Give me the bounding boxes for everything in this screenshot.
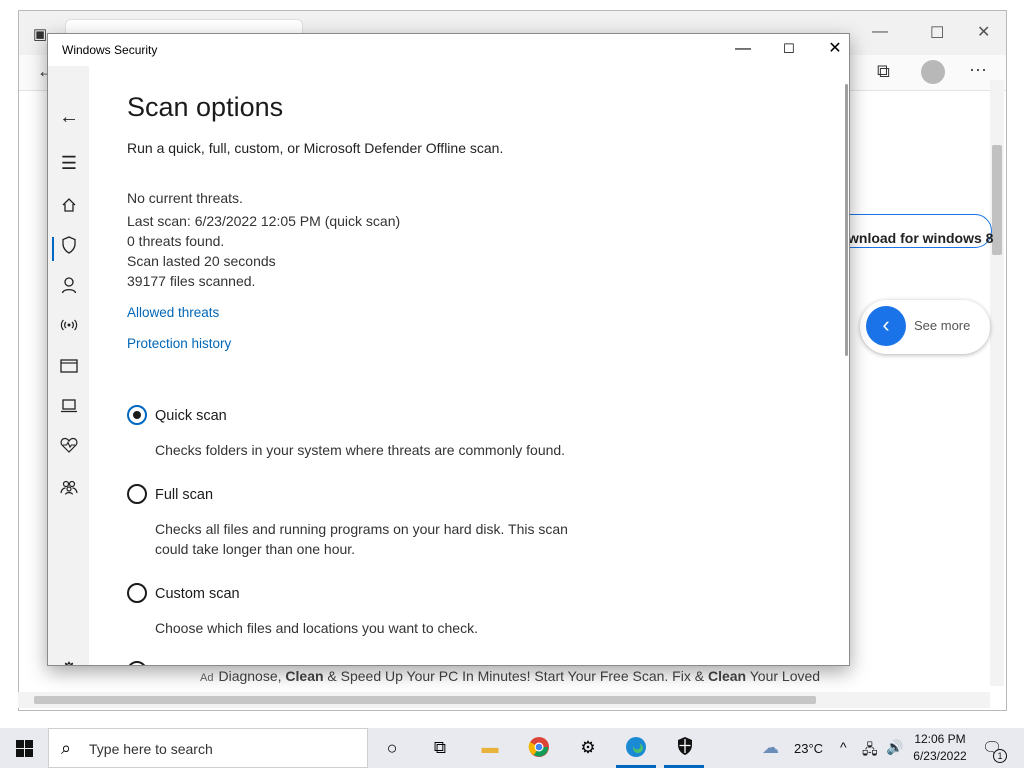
page-title: Scan options: [127, 92, 284, 122]
taskbar-search-box[interactable]: ⌕ Type here to search: [48, 728, 368, 768]
status-threats-found: 0 threats found.: [127, 233, 225, 249]
window-title: Windows Security: [62, 43, 158, 57]
custom-scan-radio[interactable]: [127, 583, 147, 603]
quick-scan-description: Checks folders in your system where thre…: [155, 442, 566, 458]
browser-close-button[interactable]: ✕: [977, 22, 990, 42]
ad-text-part: Your Loved: [746, 668, 821, 684]
network-icon[interactable]: [56, 316, 82, 342]
offline-scan-radio[interactable]: [127, 661, 147, 665]
app-browser-icon[interactable]: [56, 356, 82, 382]
quick-scan-label[interactable]: Quick scan: [155, 408, 227, 424]
taskbar: ⌕ Type here to search ○ ⧉ ▬ ⚙ ☁ 23°C ^ 🖧…: [0, 728, 1024, 768]
notification-count-badge: 1: [993, 749, 1007, 763]
navigation-rail: ← ☰ ⚙: [48, 66, 89, 665]
ad-text-part: Diagnose,: [218, 668, 286, 684]
settings-icon[interactable]: ⚙: [56, 656, 82, 665]
ad-text-bold: Clean: [285, 668, 324, 684]
status-last-scan: Last scan: 6/23/2022 12:05 PM (quick sca…: [127, 213, 401, 229]
shield-icon[interactable]: [56, 236, 82, 262]
minimize-button[interactable]: —: [720, 34, 766, 66]
browser-minimize-button[interactable]: —: [872, 23, 888, 41]
content-scrollbar[interactable]: [845, 84, 848, 356]
volume-icon[interactable]: 🔊: [886, 739, 903, 756]
windows-security-window: Windows Security — ☐ ✕ ← ☰ ⚙: [47, 33, 850, 666]
network-tray-icon[interactable]: 🖧: [862, 739, 878, 763]
status-no-threats: No current threats.: [127, 190, 243, 206]
windows-security-taskbar-icon[interactable]: [673, 736, 697, 760]
weather-temperature[interactable]: 23°C: [794, 741, 823, 756]
status-scan-duration: Scan lasted 20 seconds: [127, 253, 276, 269]
scan-options-content: Scan options Run a quick, full, custom, …: [89, 66, 845, 665]
ad-tag: Ad: [200, 672, 214, 684]
account-icon[interactable]: [56, 276, 82, 302]
home-icon[interactable]: [56, 196, 82, 222]
menu-icon[interactable]: ☰: [56, 150, 82, 176]
taskbar-search-placeholder: Type here to search: [89, 741, 213, 757]
quick-scan-radio[interactable]: [127, 405, 147, 425]
ad-text-bold: Clean: [707, 668, 747, 684]
settings-app-icon[interactable]: ⚙: [576, 736, 600, 760]
maximize-button[interactable]: ☐: [766, 34, 812, 66]
custom-scan-label[interactable]: Custom scan: [155, 586, 240, 602]
full-scan-radio[interactable]: [127, 484, 147, 504]
device-health-icon[interactable]: [56, 436, 82, 462]
browser-vertical-scroll-thumb[interactable]: [992, 145, 1002, 255]
weather-icon[interactable]: ☁: [762, 738, 779, 758]
tab-actions-icon[interactable]: ▣: [33, 25, 47, 43]
download-button-label: wnload for windows 8: [848, 230, 994, 246]
edge-icon[interactable]: [624, 736, 648, 760]
desktop-left-strip: [0, 0, 18, 730]
file-explorer-icon[interactable]: ▬: [478, 736, 502, 760]
collections-icon[interactable]: ⧉: [877, 61, 890, 82]
chevron-left-icon[interactable]: ‹: [866, 306, 906, 346]
windows-logo-icon: [16, 740, 33, 757]
allowed-threats-link[interactable]: Allowed threats: [127, 305, 219, 320]
chevron-up-icon[interactable]: ^: [840, 739, 847, 755]
family-icon[interactable]: [56, 478, 82, 504]
clock-date[interactable]: 6/23/2022: [912, 749, 968, 763]
more-options-icon[interactable]: ···: [969, 59, 987, 80]
see-more-label: See more: [914, 318, 971, 333]
chrome-icon[interactable]: [527, 736, 551, 760]
task-view-icon[interactable]: ⧉: [428, 736, 452, 760]
profile-avatar[interactable]: [921, 60, 945, 84]
nav-active-indicator: [52, 237, 54, 261]
status-files-scanned: 39177 files scanned.: [127, 273, 256, 289]
cortana-icon[interactable]: ○: [380, 736, 404, 760]
ad-text-part: & Speed Up Your PC In Minutes! Start You…: [323, 668, 708, 684]
page-subtitle: Run a quick, full, custom, or Microsoft …: [127, 140, 504, 156]
search-icon: ⌕: [61, 738, 72, 758]
full-scan-label[interactable]: Full scan: [155, 487, 213, 503]
desktop-background: [0, 0, 1024, 10]
full-scan-description: Checks all files and running programs on…: [155, 521, 568, 557]
browser-horizontal-scroll-thumb[interactable]: [34, 696, 816, 704]
ad-banner[interactable]: Ad Diagnose, Clean & Speed Up Your PC In …: [200, 668, 820, 684]
start-button[interactable]: [0, 728, 48, 768]
close-button[interactable]: ✕: [812, 34, 849, 66]
protection-history-link[interactable]: Protection history: [127, 336, 231, 351]
back-icon[interactable]: ←: [56, 104, 82, 130]
clock-time[interactable]: 12:06 PM: [914, 732, 966, 746]
browser-maximize-button[interactable]: ☐: [930, 23, 944, 43]
device-security-icon[interactable]: [56, 396, 82, 422]
custom-scan-description: Choose which files and locations you wan…: [155, 620, 478, 636]
